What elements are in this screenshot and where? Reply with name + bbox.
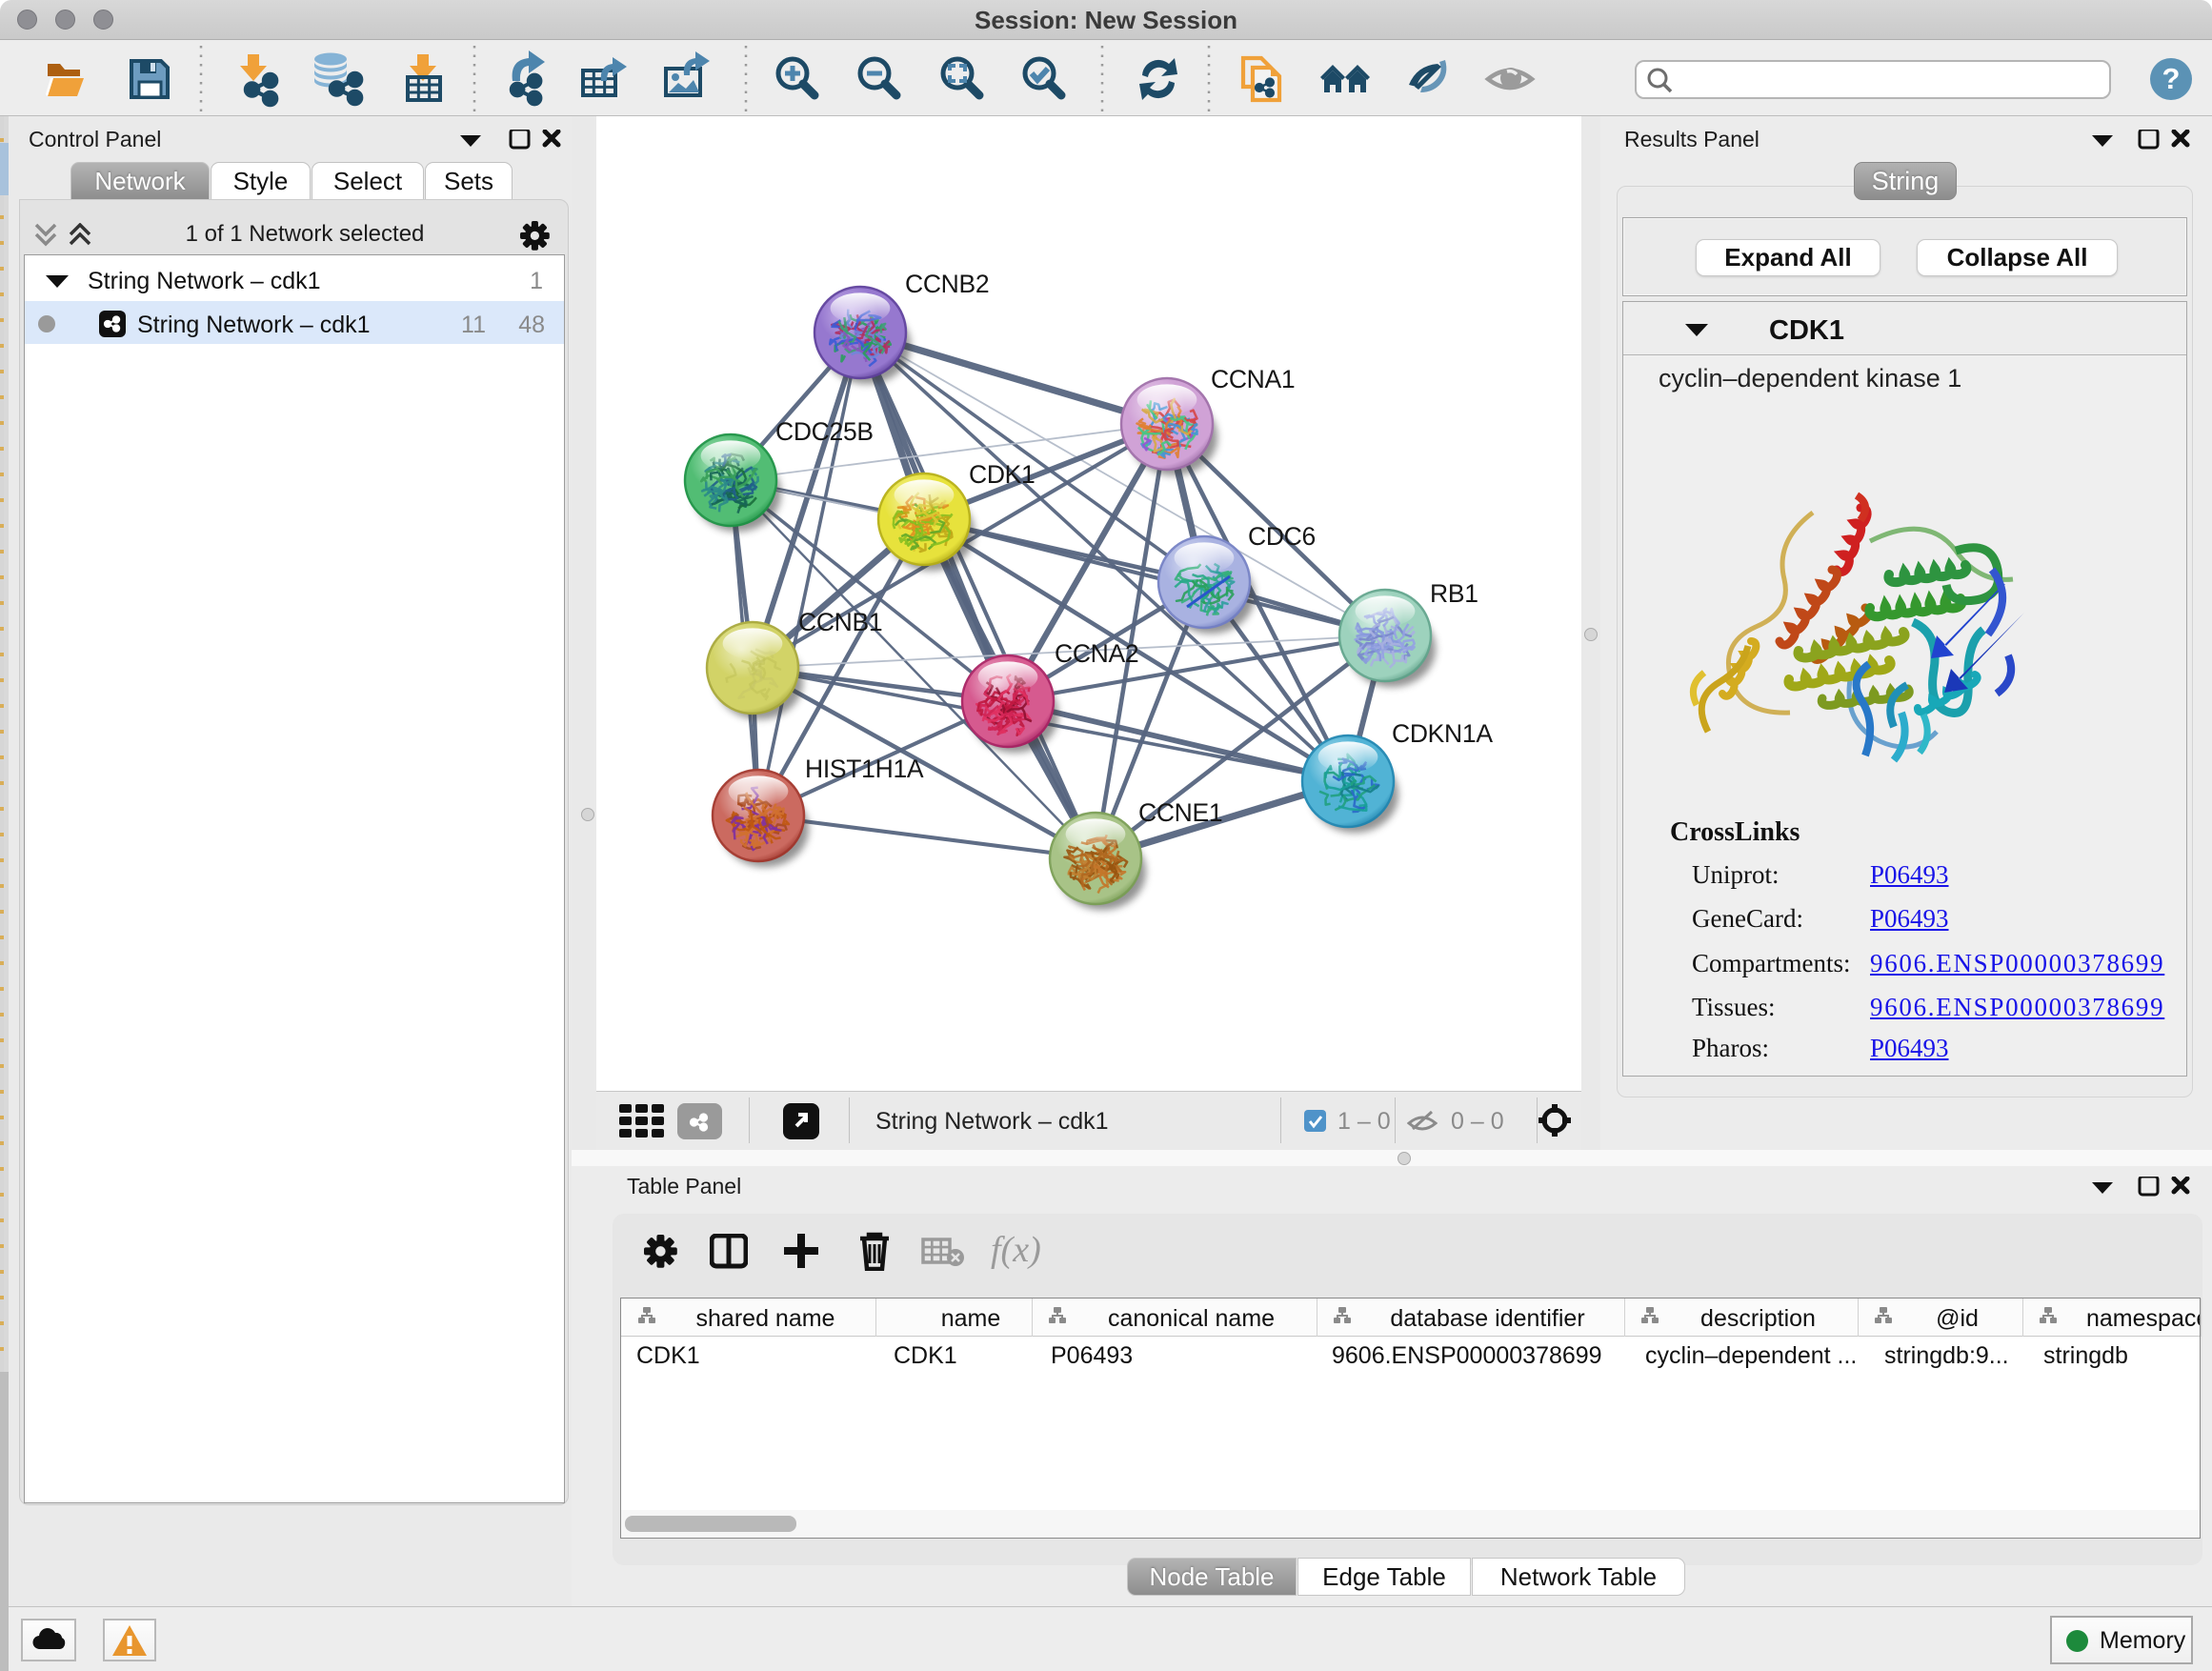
svg-text:HIST1H1A: HIST1H1A [805,755,924,783]
svg-text:CDC6: CDC6 [1248,522,1316,551]
svg-text:CCNA2: CCNA2 [1055,639,1138,668]
svg-text:CCNB1: CCNB1 [798,608,882,636]
svg-text:CCNA1: CCNA1 [1211,365,1295,393]
svg-text:CCNE1: CCNE1 [1138,798,1222,827]
svg-text:CDC25B: CDC25B [775,417,874,446]
svg-text:CCNB2: CCNB2 [905,270,989,298]
svg-text:RB1: RB1 [1430,579,1478,608]
svg-text:CDKN1A: CDKN1A [1392,719,1493,748]
svg-text:CDK1: CDK1 [969,460,1036,489]
